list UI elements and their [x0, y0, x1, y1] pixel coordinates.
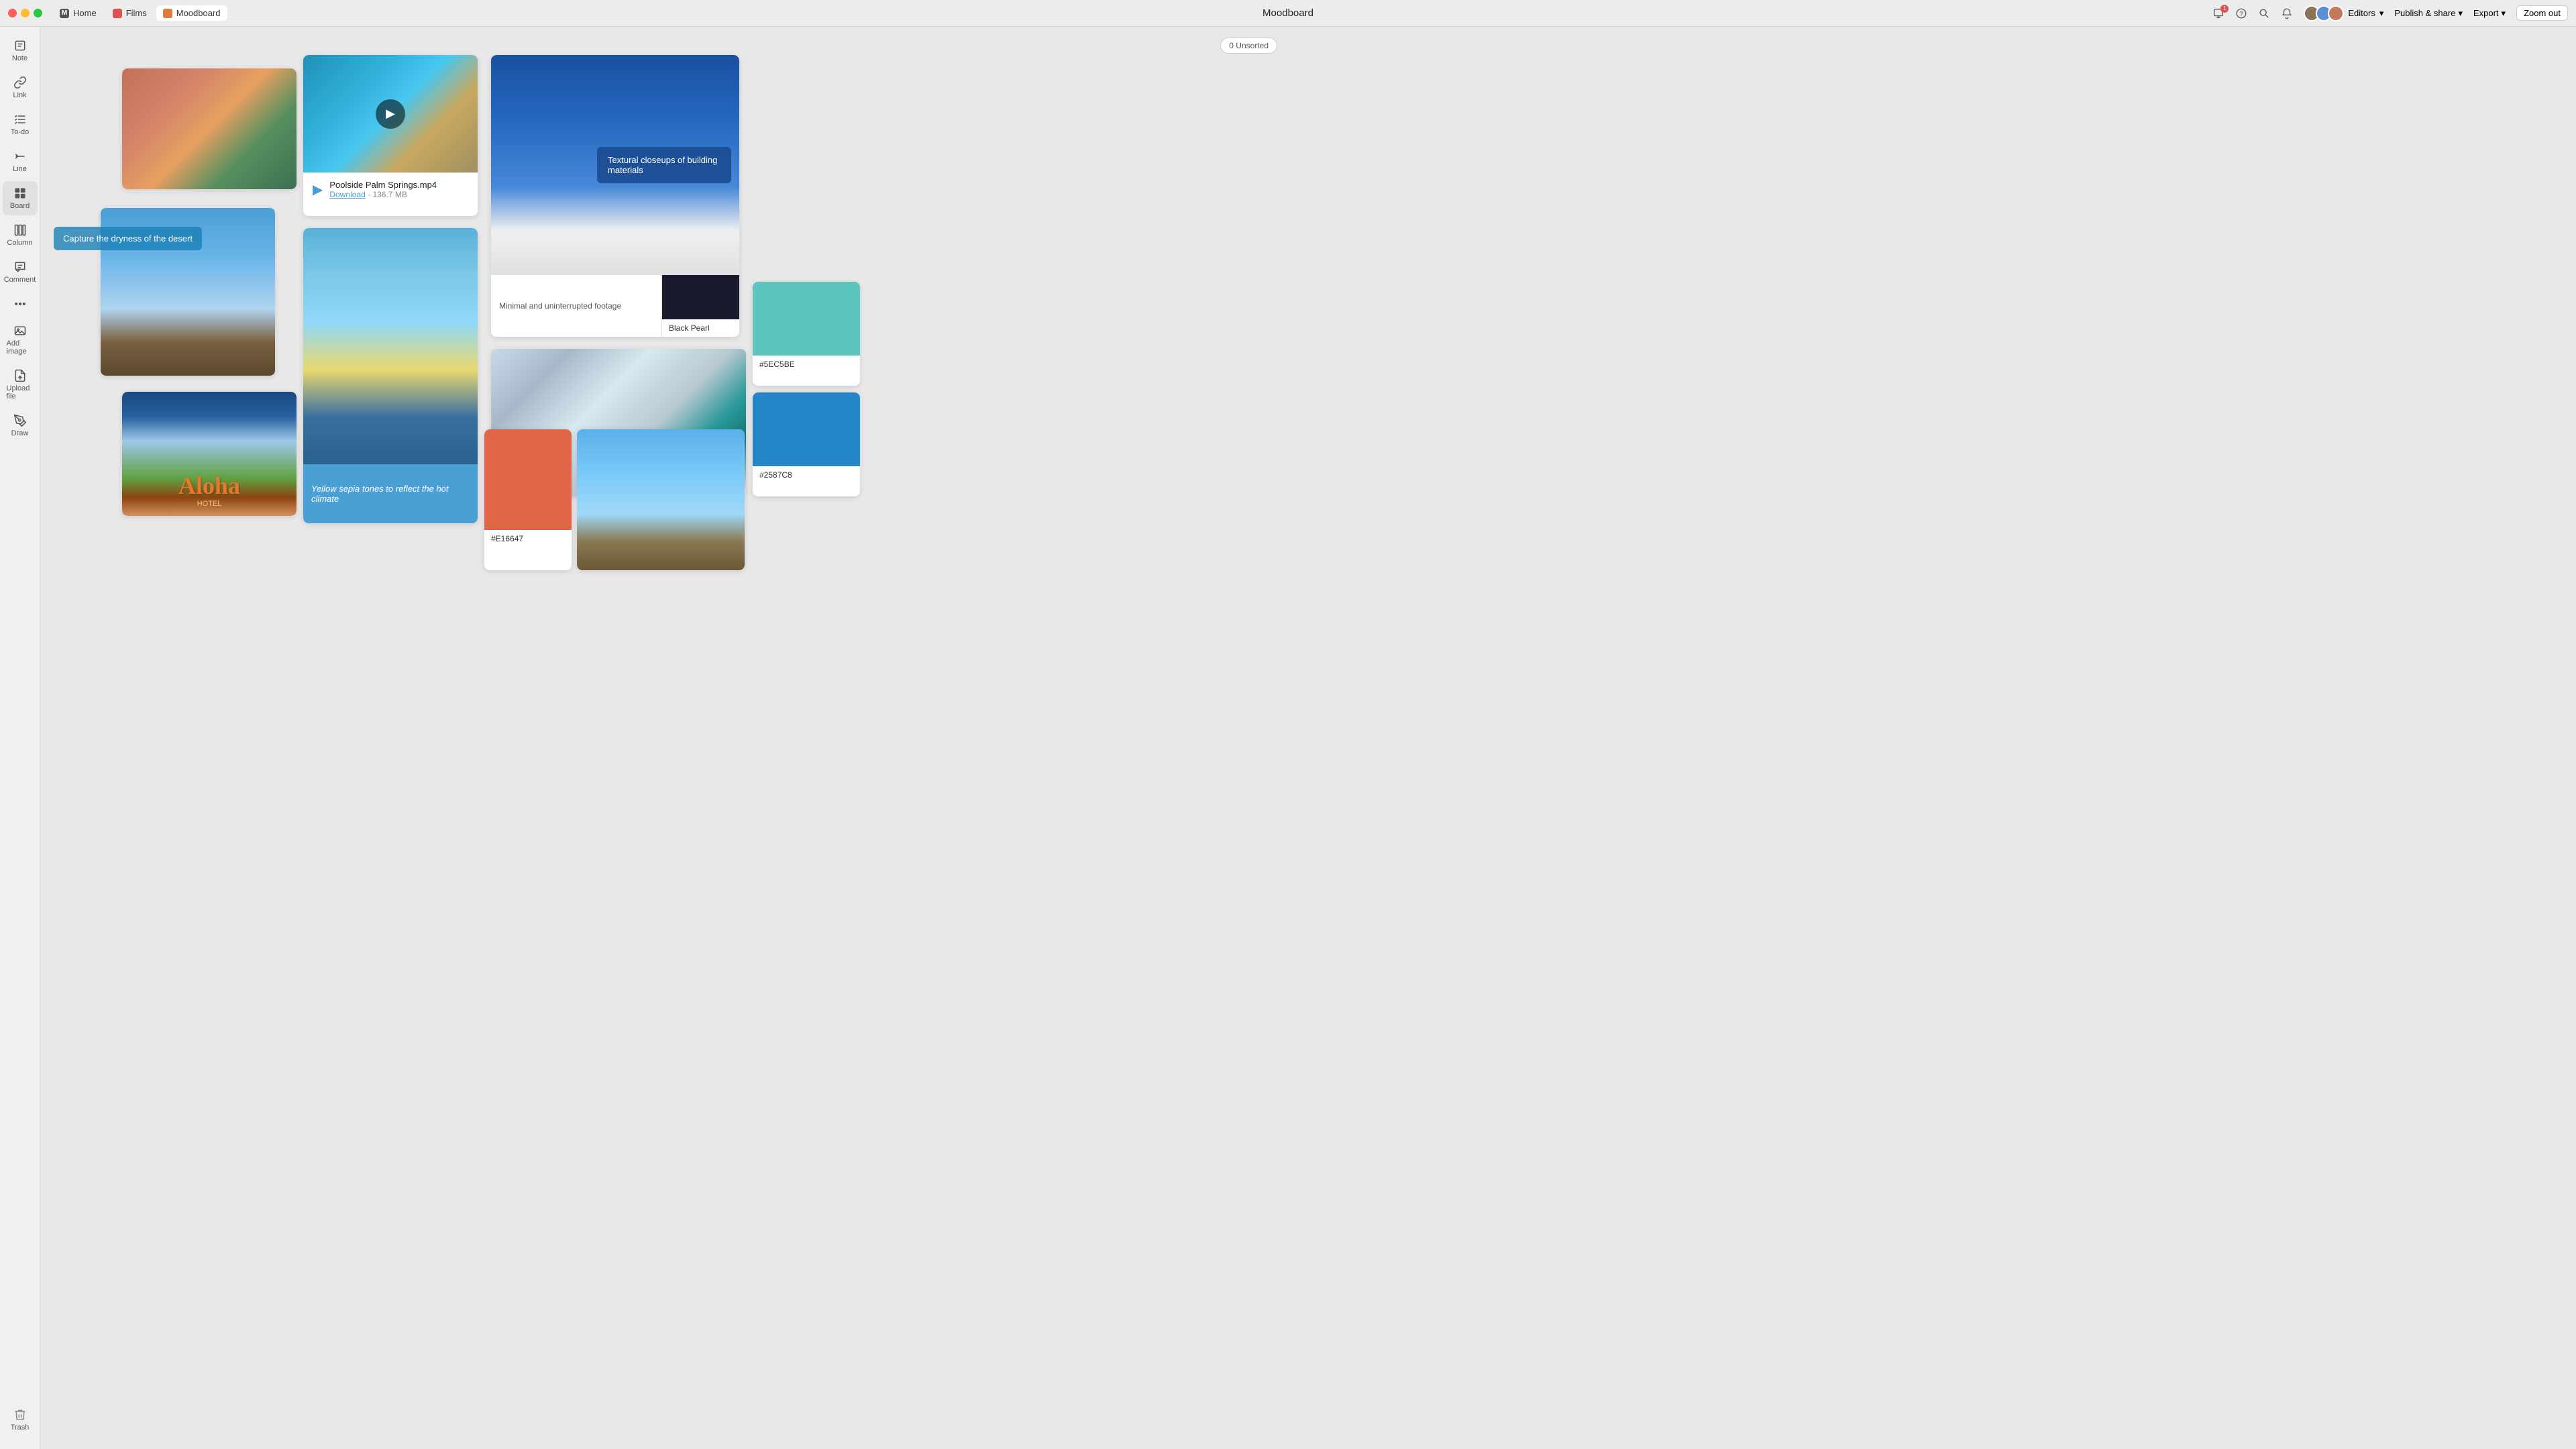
blue-swatch: #2587C8	[753, 392, 860, 496]
draw-label: Draw	[11, 429, 29, 437]
publish-chevron-icon: ▾	[2458, 8, 2463, 19]
line-label: Line	[13, 165, 27, 173]
sidebar: Note Link To-do Line Board Column Commen…	[0, 27, 40, 1449]
sidebar-item-add-image[interactable]: Add image	[3, 319, 38, 361]
add-image-label: Add image	[7, 339, 34, 356]
sidebar-item-more[interactable]	[3, 292, 38, 316]
films-tab-label: Films	[126, 8, 147, 18]
tab-bar: M Home Films Moodboard	[53, 5, 227, 21]
home-tab-label: Home	[73, 8, 97, 18]
tab-films[interactable]: Films	[106, 5, 154, 21]
desert-text-overlay: Capture the dryness of the desert	[54, 227, 202, 250]
sidebar-item-trash[interactable]: Trash	[3, 1403, 38, 1437]
palms-sky2-image[interactable]	[577, 429, 745, 570]
file-info: Poolside Palm Springs.mp4 Download · 136…	[329, 180, 468, 199]
sidebar-item-link[interactable]: Link	[3, 70, 38, 105]
titlebar-icons: 1 ?	[2212, 7, 2293, 19]
export-button[interactable]: Export ▾	[2473, 8, 2506, 19]
architecture-caption-overlay: Textural closeups of building materials	[597, 147, 731, 183]
titlebar: M Home Films Moodboard Moodboard 1 ?	[0, 0, 2576, 27]
bank-building-image[interactable]: Yellow sepia tones to reflect the hot cl…	[303, 228, 478, 523]
teal-swatch: #5EC5BE	[753, 282, 860, 386]
search-icon[interactable]	[2258, 7, 2270, 19]
architecture-image[interactable]: Textural closeups of building materials …	[491, 55, 739, 337]
export-chevron-icon: ▾	[2502, 8, 2506, 19]
sidebar-item-column[interactable]: Column	[3, 218, 38, 252]
main-layout: Note Link To-do Line Board Column Commen…	[0, 27, 1288, 1449]
play-button[interactable]: ▶	[376, 99, 405, 129]
link-label: Link	[13, 91, 26, 99]
canvas: 0 Unsorted Capture the dryness of the de…	[40, 27, 1288, 1449]
sidebar-item-board[interactable]: Board	[3, 181, 38, 215]
tab-home[interactable]: M Home	[53, 5, 103, 21]
column-label: Column	[7, 239, 33, 247]
notifications-icon[interactable]	[2281, 7, 2293, 19]
home-tab-icon: M	[60, 9, 69, 18]
avatar-3	[2328, 5, 2344, 21]
aloha-hotel-image[interactable]: Aloha HOTEL	[122, 392, 297, 516]
moodboard-tab-label: Moodboard	[176, 8, 221, 18]
device-badge: 1	[2220, 5, 2229, 13]
zoom-out-button[interactable]: Zoom out	[2516, 5, 2568, 21]
editors-chevron-icon: ▾	[2379, 8, 2384, 19]
publish-share-button[interactable]: Publish & share ▾	[2394, 8, 2463, 19]
trash-label: Trash	[11, 1424, 30, 1432]
pool-video-card[interactable]: ▶ ▶ Poolside Palm Springs.mp4 Download ·…	[303, 55, 478, 216]
close-button[interactable]	[8, 9, 17, 17]
sidebar-item-draw[interactable]: Draw	[3, 409, 38, 443]
traffic-lights	[8, 9, 42, 17]
sidebar-item-note[interactable]: Note	[3, 34, 38, 68]
window-title: Moodboard	[1263, 7, 1313, 19]
upload-file-label: Upload file	[7, 384, 34, 400]
comment-label: Comment	[4, 276, 36, 284]
download-link[interactable]: Download	[329, 190, 365, 199]
editors-button[interactable]: Editors ▾	[2304, 5, 2383, 21]
tab-moodboard[interactable]: Moodboard	[156, 5, 227, 21]
svg-text:?: ?	[2240, 11, 2244, 18]
desert-pink-image[interactable]	[122, 68, 297, 189]
black-pearl-swatch: Black Pearl	[662, 275, 739, 337]
board-label: Board	[10, 202, 30, 210]
maximize-button[interactable]	[34, 9, 42, 17]
file-attachment: ▶ Poolside Palm Springs.mp4 Download · 1…	[303, 172, 478, 206]
sidebar-item-comment[interactable]: Comment	[3, 255, 38, 289]
films-tab-icon	[113, 9, 122, 18]
editors-label: Editors	[2348, 8, 2375, 18]
minimal-caption: Minimal and uninterrupted footage	[491, 275, 662, 337]
video-file-icon: ▶	[313, 181, 323, 198]
moodboard-tab-icon	[163, 9, 172, 18]
yellow-caption: Yellow sepia tones to reflect the hot cl…	[303, 478, 478, 509]
avatar-stack	[2304, 5, 2344, 21]
note-label: Note	[12, 54, 28, 62]
titlebar-right: 1 ? Editors ▾ Publish & share ▾	[2212, 5, 2568, 21]
sidebar-item-line[interactable]: Line	[3, 144, 38, 178]
unsorted-badge[interactable]: 0 Unsorted	[1220, 38, 1277, 54]
orange-swatch: #E16647	[484, 429, 572, 570]
sidebar-item-upload-file[interactable]: Upload file	[3, 364, 38, 406]
palm-sky-image[interactable]: Capture the dryness of the desert	[101, 208, 275, 376]
sidebar-item-todo[interactable]: To-do	[3, 107, 38, 142]
minimize-button[interactable]	[21, 9, 30, 17]
todo-label: To-do	[11, 128, 30, 136]
help-icon[interactable]: ?	[2235, 7, 2247, 19]
device-icon[interactable]: 1	[2212, 7, 2224, 19]
